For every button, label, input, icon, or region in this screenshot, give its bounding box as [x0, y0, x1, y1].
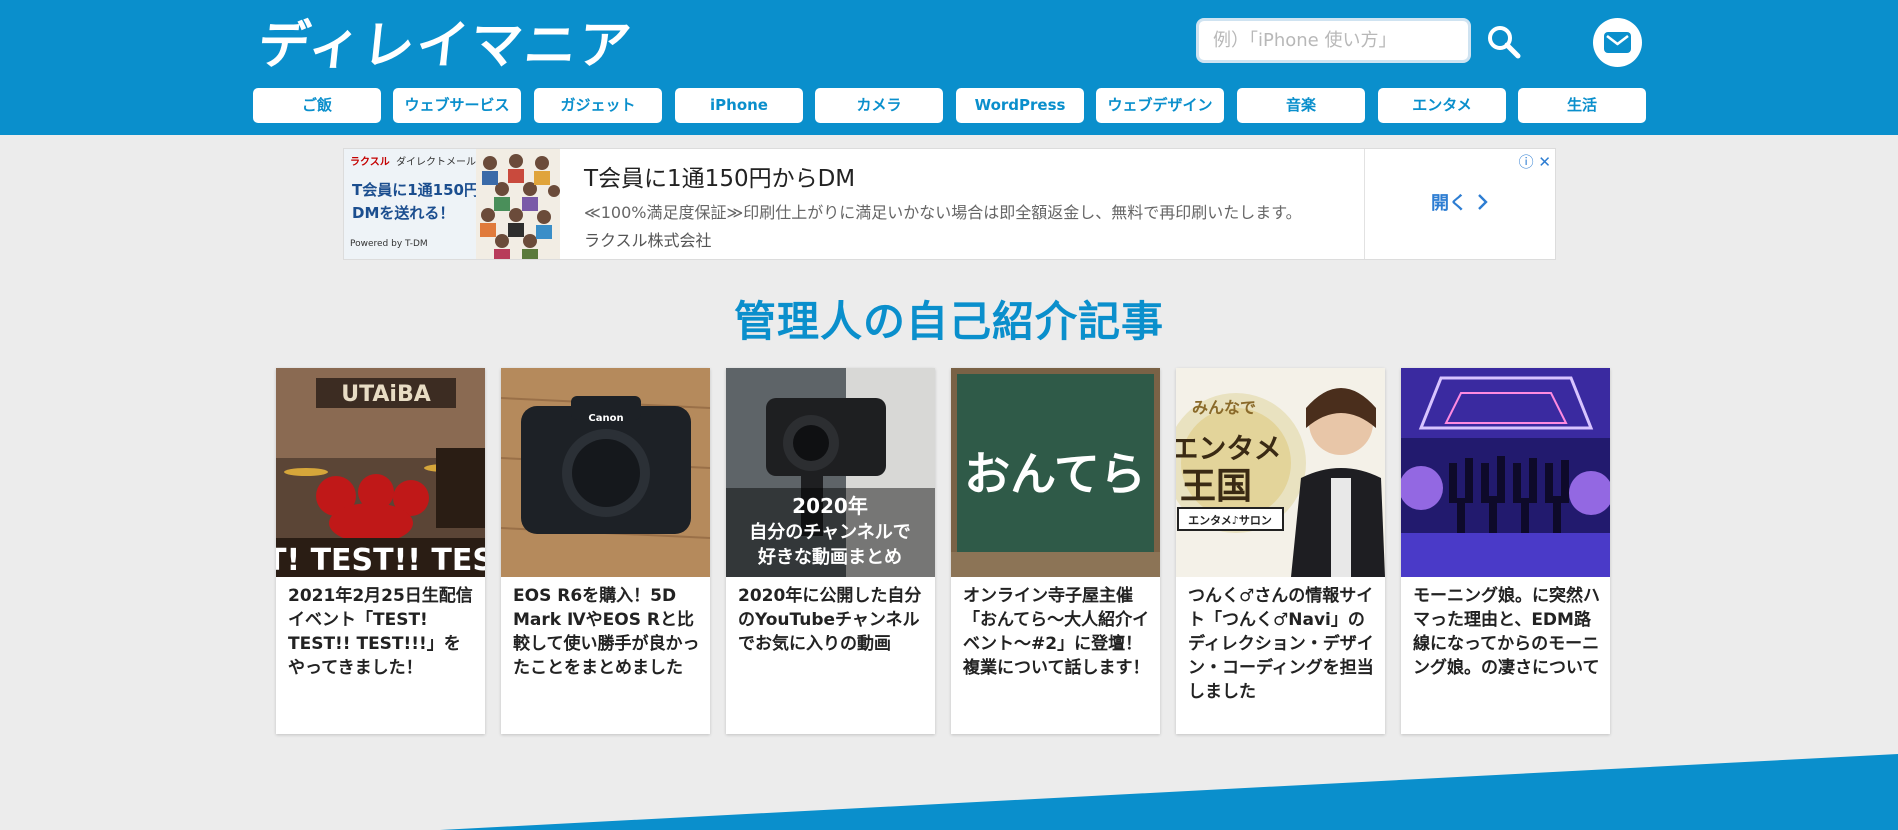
nav-item-entame[interactable]: エンタメ — [1378, 88, 1506, 123]
ad-divider — [1364, 149, 1365, 259]
nav-item-camera[interactable]: カメラ — [815, 88, 943, 123]
site-header: ディレイマニア ご飯 ウェブサービス ガジェット iPhone カメラ Word… — [0, 0, 1898, 135]
card-title[interactable]: 2020年に公開した自分のYouTubeチャンネルでお気に入りの動画 — [738, 584, 926, 656]
card-thumbnail[interactable]: みんなで エンタメ 王国 エンタメ♪サロン — [1176, 368, 1385, 577]
card-thumb-text-1: みんなで — [1192, 398, 1256, 417]
ad-image-text: T会員に1通150円〜 DMを送れる！ — [352, 181, 494, 222]
card-title[interactable]: EOS R6を購入！5D Mark ⅣやEOS Rと比較して使い勝手が良かったこ… — [513, 584, 701, 680]
card-thumbnail[interactable]: 2020年 自分のチャンネルで 好きな動画まとめ — [726, 368, 935, 577]
card-title[interactable]: オンライン寺子屋主催「おんてら〜大人紹介イベント〜#2」に登壇！複業について話し… — [963, 584, 1151, 680]
ad-title[interactable]: T会員に1通150円からDM — [584, 159, 855, 193]
card-thumb-text-2: エンタメ — [1176, 432, 1282, 465]
search-icon — [1488, 26, 1521, 59]
card-thumb-text: おんてら — [964, 447, 1146, 501]
ad-image-powered: Powered by T-DM — [350, 239, 428, 249]
contact-button[interactable] — [1593, 18, 1642, 67]
article-card[interactable]: Canon EOS R6を購入！5D Mark ⅣやEOS Rと比較して使い勝手… — [501, 368, 710, 734]
nav-item-gadget[interactable]: ガジェット — [534, 88, 662, 123]
chevron-right-icon — [1478, 194, 1488, 210]
card-title[interactable]: 2021年2月25日生配信イベント「TEST! TEST!! TEST!!!」を… — [288, 584, 476, 680]
search-button[interactable] — [1484, 22, 1524, 62]
search-input[interactable] — [1196, 18, 1471, 63]
card-thumb-text: T! TEST!! TES — [276, 543, 485, 577]
article-card[interactable]: みんなで エンタメ 王国 エンタメ♪サロン つんく♂さんの情報サイト「つんく♂N… — [1176, 368, 1385, 734]
ad-description: ≪100%満足度保証≫印刷仕上がりに満足いかない場合は即全額返金し、無料で再印刷… — [584, 203, 1302, 222]
card-title[interactable]: モーニング娘。に突然ハマった理由と、EDM路線になってからのモーニング娘。の凄さ… — [1413, 584, 1601, 680]
ad-brand: ラクスル ダイレクトメール — [350, 157, 477, 168]
section-title: 管理人の自己紹介記事 — [733, 297, 1164, 346]
card-thumb-text-2: 自分のチャンネルで — [749, 521, 910, 543]
card-thumb-text-4: エンタメ♪サロン — [1188, 514, 1272, 527]
card-thumb-logo: UTAiBA — [341, 382, 431, 407]
card-thumb-text-3: 王国 — [1180, 466, 1252, 507]
site-logo[interactable]: ディレイマニア — [254, 10, 636, 82]
nav-item-iphone[interactable]: iPhone — [675, 88, 803, 123]
nav-item-music[interactable]: 音楽 — [1237, 88, 1365, 123]
ad-people-illustration — [476, 149, 560, 259]
card-thumbnail[interactable]: Canon — [501, 368, 710, 577]
card-thumbnail[interactable]: おんてら — [951, 368, 1160, 577]
article-card[interactable]: UTAiBA T! TEST!! TES 2021年2月25日生配信イベント「T… — [276, 368, 485, 734]
article-card[interactable]: おんてら オンライン寺子屋主催「おんてら〜大人紹介イベント〜#2」に登壇！複業に… — [951, 368, 1160, 734]
card-thumbnail[interactable]: UTAiBA T! TEST!! TES — [276, 368, 485, 577]
ad-banner[interactable]: ラクスル ダイレクトメール T会員に1通150円〜 DMを送れる！ Powere… — [343, 148, 1556, 260]
ad-choices-icon[interactable]: ⓘ ✕ — [1519, 151, 1551, 172]
article-card[interactable]: モーニング娘。に突然ハマった理由と、EDM路線になってからのモーニング娘。の凄さ… — [1401, 368, 1610, 734]
card-thumb-text: Canon — [588, 413, 623, 424]
nav-item-life[interactable]: 生活 — [1518, 88, 1646, 123]
nav-item-webservice[interactable]: ウェブサービス — [393, 88, 521, 123]
nav-item-gohan[interactable]: ご飯 — [253, 88, 381, 123]
card-thumb-text-3: 好きな動画まとめ — [757, 546, 902, 568]
card-thumb-text-1: 2020年 — [792, 494, 868, 518]
nav-item-webdesign[interactable]: ウェブデザイン — [1096, 88, 1224, 123]
card-title[interactable]: つんく♂さんの情報サイト「つんく♂Navi」のディレクション・デザイン・コーディ… — [1188, 584, 1376, 704]
ad-open-button[interactable]: 開く — [1431, 189, 1489, 215]
nav-item-wordpress[interactable]: WordPress — [956, 88, 1084, 123]
card-thumbnail[interactable] — [1401, 368, 1610, 577]
article-card[interactable]: 2020年 自分のチャンネルで 好きな動画まとめ 2020年に公開した自分のYo… — [726, 368, 935, 734]
ad-image[interactable]: ラクスル ダイレクトメール T会員に1通150円〜 DMを送れる！ Powere… — [344, 149, 560, 259]
envelope-icon — [1604, 32, 1631, 53]
footer-wave-decoration — [440, 754, 1898, 830]
ad-company: ラクスル株式会社 — [584, 231, 712, 250]
